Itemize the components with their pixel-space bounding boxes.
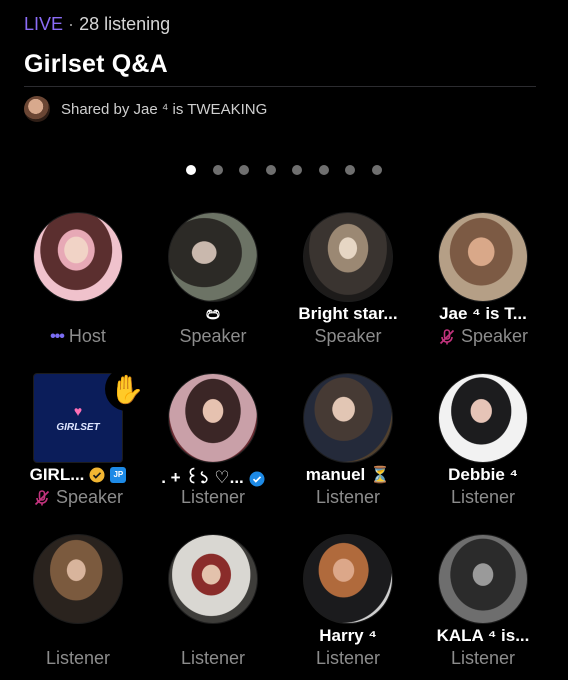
avatar[interactable] [33,534,123,624]
participant-role: Listener [45,648,111,668]
participant-card[interactable]: ••• Host [11,212,145,362]
participant-role: Listener [315,648,381,668]
participant-name: Harry ⁴ [319,626,377,645]
avatar[interactable] [303,373,393,463]
blue-verified-icon [249,471,265,487]
participant-name: Bright star... [298,304,398,323]
avatar[interactable] [168,212,258,302]
participant-card[interactable]: ඏ Speaker [146,212,280,362]
participant-role: Listener [180,487,246,507]
participant-role: Listener [315,487,381,507]
participant-role: Speaker [314,326,382,346]
participant-name: ඏ [206,304,220,323]
avatar[interactable] [438,212,528,302]
avatar[interactable] [168,373,258,463]
participant-card[interactable]: Debbie ⁴ Listener [416,373,550,523]
participant-card[interactable]: KALA ⁴ is... Listener [416,534,550,680]
participant-role: ••• Host [50,326,106,346]
avatar-logo-text: GIRLSET [56,421,100,433]
avatar[interactable] [303,212,393,302]
participant-card[interactable]: . + ꒰১ ♡... Listener [146,373,280,523]
participant-role: Listener [450,487,516,507]
mic-off-icon [33,489,51,507]
participant-role: Speaker [179,326,247,346]
participant-role: Listener [180,648,246,668]
gold-verified-icon [89,467,105,483]
participant-card[interactable]: manuel ⏳ Listener [281,373,415,523]
participant-role: Listener [450,648,516,668]
avatar[interactable] [438,534,528,624]
participant-card[interactable]: Jae ⁴ is T... Speaker [416,212,550,362]
participant-role: Speaker [416,326,550,347]
affiliate-badge-icon: JP [110,467,127,483]
participant-grid: ••• Host ඏ Speaker Bright star... Speake… [0,0,568,680]
raised-hand-icon: ✋ [105,367,149,411]
participant-card[interactable]: ♥ GIRLSET ✋ GIRL... JP Speaker [11,367,149,523]
participant-card[interactable]: Bright star... Speaker [281,212,415,362]
participant-name: Debbie ⁴ [448,465,518,484]
host-dots-icon: ••• [50,327,65,345]
participant-name: GIRL... JP [11,465,145,485]
participant-card[interactable]: Listener [146,534,280,680]
participant-name: Jae ⁴ is T... [439,304,527,323]
mic-off-icon [438,328,456,346]
hourglass-icon: ⏳ [370,467,391,484]
girlset-logo-icon: ♥ [73,402,83,419]
avatar[interactable] [303,534,393,624]
avatar[interactable] [438,373,528,463]
avatar[interactable] [33,212,123,302]
participant-role: Speaker [11,487,145,508]
participant-name: manuel ⏳ [305,465,391,484]
participant-card[interactable]: Listener [11,534,145,680]
avatar[interactable] [168,534,258,624]
participant-name: KALA ⁴ is... [436,626,530,645]
participant-card[interactable]: Harry ⁴ Listener [281,534,415,680]
